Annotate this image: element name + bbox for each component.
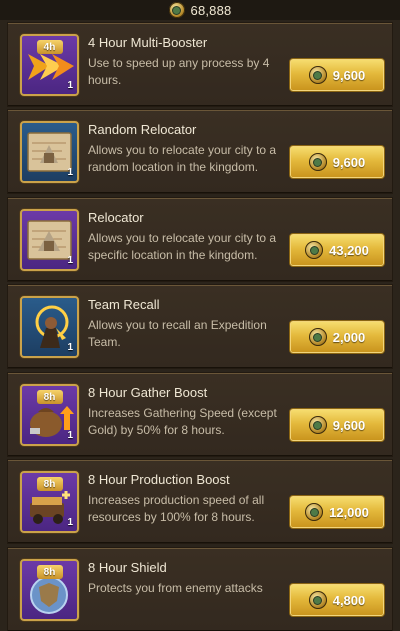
item-name: Team Recall <box>88 297 160 312</box>
shop-item-card: 8h 1 8 Hour Gather Boost Increases Gathe… <box>8 373 392 456</box>
buy-button[interactable]: 9,600 <box>289 408 385 442</box>
coin-icon <box>308 66 327 84</box>
coin-icon <box>305 241 324 259</box>
gather-boost-icon: 8h 1 <box>20 384 79 446</box>
item-description: Allows you to relocate your city to a ra… <box>88 143 277 174</box>
item-description: Allows you to relocate your city to a sp… <box>88 231 277 262</box>
item-name: 4 Hour Multi-Booster <box>88 35 208 50</box>
coin-icon <box>308 328 327 346</box>
item-quantity: 1 <box>67 430 73 441</box>
duration-badge: 8h <box>36 477 63 491</box>
item-quantity: 1 <box>67 517 73 528</box>
item-description: Increases production speed of all resour… <box>88 493 265 524</box>
buy-button[interactable]: 43,200 <box>289 233 385 267</box>
item-description: Protects you from enemy attacks <box>88 581 263 595</box>
shop-item-card: 1 Team Recall Allows you to recall an Ex… <box>8 285 392 368</box>
buy-button[interactable]: 4,800 <box>289 583 385 617</box>
item-quantity: 1 <box>67 167 73 178</box>
item-price: 9,600 <box>332 154 366 170</box>
currency-total: 68,888 <box>190 2 232 18</box>
item-name: 8 Hour Gather Boost <box>88 385 208 400</box>
shop-item-card: 1 Random Relocator Allows you to relocat… <box>8 110 392 193</box>
coin-icon <box>305 503 324 521</box>
duration-badge: 4h <box>36 40 63 54</box>
production-boost-icon: 8h 1 <box>20 471 79 533</box>
duration-badge: 8h <box>36 390 63 404</box>
shop-item-card: 1 Relocator Allows you to relocate your … <box>8 198 392 281</box>
shop-item-list[interactable]: 4h 1 4 Hour Multi-Booster Use to speed u… <box>8 23 392 631</box>
random-relocator-icon: 1 <box>20 121 79 183</box>
item-name: 8 Hour Production Boost <box>88 472 230 487</box>
item-quantity: 1 <box>67 80 73 91</box>
coin-icon <box>308 416 327 434</box>
coin-icon <box>308 591 327 609</box>
multi-booster-icon: 4h 1 <box>20 34 79 96</box>
coin-icon <box>168 2 185 18</box>
item-price: 4,800 <box>332 592 366 608</box>
item-name: Relocator <box>88 210 144 225</box>
item-name: 8 Hour Shield <box>88 560 167 575</box>
item-price: 12,000 <box>329 504 369 520</box>
shop-item-card: 4h 1 4 Hour Multi-Booster Use to speed u… <box>8 23 392 106</box>
coin-icon <box>308 153 327 171</box>
currency-bar: 68,888 <box>0 0 400 20</box>
item-description: Increases Gathering Speed (except Gold) … <box>88 406 277 437</box>
shield-icon: 8h <box>20 559 79 621</box>
item-quantity: 1 <box>67 342 73 353</box>
shop-item-card: 8h 8 Hour Shield Protects you from enemy… <box>8 548 392 631</box>
buy-button[interactable]: 9,600 <box>289 145 385 179</box>
buy-button[interactable]: 12,000 <box>289 495 385 529</box>
buy-button[interactable]: 2,000 <box>289 320 385 354</box>
buy-button[interactable]: 9,600 <box>289 58 385 92</box>
item-price: 2,000 <box>332 329 366 345</box>
item-name: Random Relocator <box>88 122 197 137</box>
relocator-icon: 1 <box>20 209 79 271</box>
duration-badge: 8h <box>36 565 63 579</box>
item-price: 43,200 <box>329 242 369 258</box>
item-quantity: 1 <box>67 255 73 266</box>
item-price: 9,600 <box>332 417 366 433</box>
item-description: Allows you to recall an Expedition Team. <box>88 318 267 349</box>
shop-item-card: 8h 1 8 Hour Production Boost Increases p… <box>8 460 392 543</box>
item-description: Use to speed up any process by 4 hours. <box>88 56 270 87</box>
item-price: 9,600 <box>332 67 366 83</box>
team-recall-icon: 1 <box>20 296 79 358</box>
